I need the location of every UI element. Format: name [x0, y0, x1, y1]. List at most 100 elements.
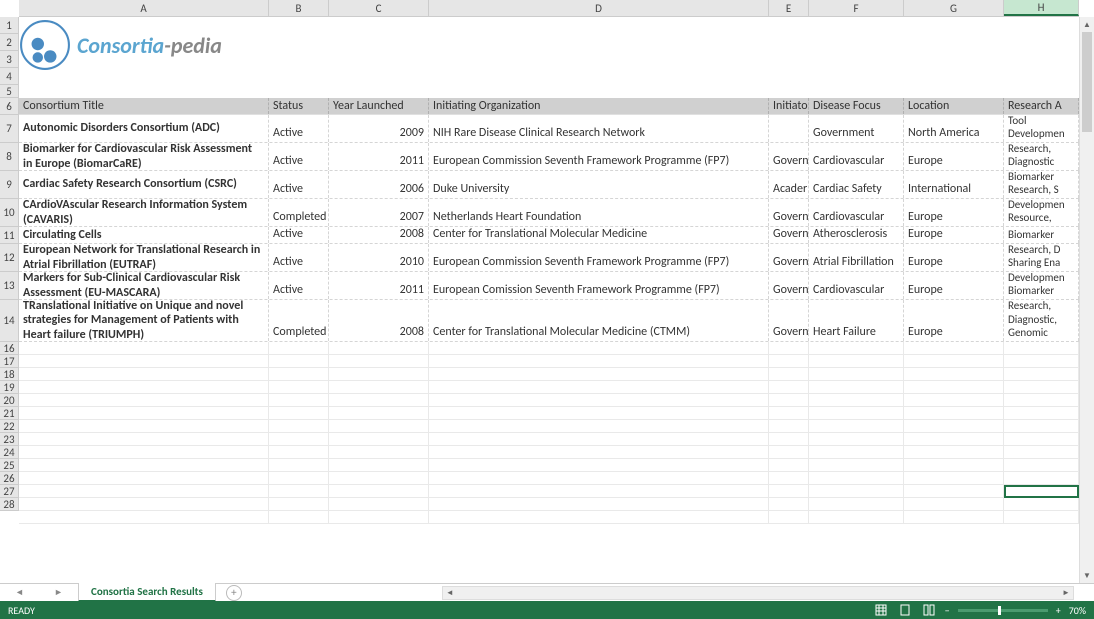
- empty-cell[interactable]: [809, 407, 904, 419]
- empty-cell[interactable]: [904, 472, 1004, 484]
- empty-cell[interactable]: [769, 381, 809, 393]
- data-b[interactable]: Active: [269, 272, 329, 299]
- row-header-25[interactable]: 25: [0, 459, 19, 472]
- data-a[interactable]: TRanslational Initiative on Unique and n…: [19, 300, 269, 341]
- empty-cell[interactable]: [769, 446, 809, 458]
- data-e[interactable]: [769, 115, 809, 142]
- empty-cell[interactable]: [329, 498, 429, 510]
- empty-cell[interactable]: [429, 472, 769, 484]
- data-g[interactable]: North America: [904, 115, 1004, 142]
- empty-cell[interactable]: [329, 485, 429, 497]
- data-g[interactable]: Europe: [904, 244, 1004, 271]
- empty-cell[interactable]: [769, 342, 809, 354]
- data-h[interactable]: Research, Biomarker: [1004, 227, 1079, 243]
- data-e[interactable]: Govern: [769, 143, 809, 170]
- empty-cell[interactable]: [429, 511, 769, 523]
- empty-cell[interactable]: [1004, 381, 1079, 393]
- data-d[interactable]: Duke University: [429, 171, 769, 198]
- data-g[interactable]: Europe: [904, 143, 1004, 170]
- empty-cell[interactable]: [269, 407, 329, 419]
- data-f[interactable]: Government: [809, 115, 904, 142]
- data-g[interactable]: Europe: [904, 227, 1004, 243]
- sheet-tab-active[interactable]: Consortia Search Results: [78, 583, 216, 602]
- empty-cell[interactable]: [809, 368, 904, 380]
- data-h[interactable]: Tool Developmen: [1004, 115, 1079, 142]
- tab-nav[interactable]: ◄►: [0, 587, 78, 598]
- empty-cell[interactable]: [19, 433, 269, 445]
- header-d[interactable]: Initiating Organization: [429, 98, 769, 114]
- row-header-4[interactable]: 4: [0, 68, 19, 85]
- empty-cell[interactable]: [19, 407, 269, 419]
- data-e[interactable]: Acader: [769, 171, 809, 198]
- empty-cell[interactable]: [904, 511, 1004, 523]
- empty-cell[interactable]: [1004, 433, 1079, 445]
- empty-cell[interactable]: [19, 420, 269, 432]
- empty-cell[interactable]: [769, 420, 809, 432]
- empty-cell[interactable]: [329, 381, 429, 393]
- row-header-10[interactable]: 10: [0, 199, 19, 227]
- empty-cell[interactable]: [269, 355, 329, 367]
- data-g[interactable]: Europe: [904, 300, 1004, 341]
- empty-cell[interactable]: [809, 485, 904, 497]
- data-a[interactable]: Circulating Cells: [19, 227, 269, 243]
- row-header-23[interactable]: 23: [0, 433, 19, 446]
- empty-cell[interactable]: [429, 420, 769, 432]
- empty-cell[interactable]: [1004, 446, 1079, 458]
- empty-cell[interactable]: [269, 381, 329, 393]
- header-g[interactable]: Location: [904, 98, 1004, 114]
- empty-cell[interactable]: [1004, 342, 1079, 354]
- row-headers[interactable]: 1234567891011121314161718192021222324252…: [0, 17, 19, 511]
- row-header-28[interactable]: 28: [0, 498, 19, 511]
- data-d[interactable]: Netherlands Heart Foundation: [429, 199, 769, 226]
- empty-cell[interactable]: [1004, 394, 1079, 406]
- data-a[interactable]: Markers for Sub-Clinical Cardiovascular …: [19, 272, 269, 299]
- empty-cell[interactable]: [809, 511, 904, 523]
- data-c[interactable]: 2008: [329, 227, 429, 243]
- data-f[interactable]: Cardiovascular: [809, 199, 904, 226]
- zoom-out-button[interactable]: −: [945, 604, 950, 617]
- empty-cell[interactable]: [269, 368, 329, 380]
- empty-cell[interactable]: [19, 342, 269, 354]
- empty-cell[interactable]: [19, 498, 269, 510]
- data-f[interactable]: Atrial Fibrillation: [809, 244, 904, 271]
- data-a[interactable]: Cardiac Safety Research Consortium (CSRC…: [19, 171, 269, 198]
- data-a[interactable]: Biomarker for Cardiovascular Risk Assess…: [19, 143, 269, 170]
- view-pagebreak-icon[interactable]: [921, 603, 937, 617]
- col-header-E[interactable]: E: [769, 0, 809, 16]
- data-f[interactable]: Heart Failure: [809, 300, 904, 341]
- empty-cell[interactable]: [1004, 355, 1079, 367]
- data-b[interactable]: Active: [269, 171, 329, 198]
- empty-cell[interactable]: [809, 394, 904, 406]
- data-c[interactable]: 2009: [329, 115, 429, 142]
- empty-cell[interactable]: [429, 459, 769, 471]
- empty-cell[interactable]: [904, 498, 1004, 510]
- data-e[interactable]: Govern: [769, 227, 809, 243]
- vertical-scrollbar[interactable]: ▲ ▼: [1079, 17, 1094, 583]
- header-a[interactable]: Consortium Title: [19, 98, 269, 114]
- row-header-1[interactable]: 1: [0, 17, 19, 34]
- row-header-14[interactable]: 14: [0, 300, 19, 342]
- data-a[interactable]: European Network for Translational Resea…: [19, 244, 269, 271]
- empty-cell[interactable]: [329, 342, 429, 354]
- row-header-9[interactable]: 9: [0, 171, 19, 199]
- empty-cell[interactable]: [904, 459, 1004, 471]
- add-sheet-button[interactable]: +: [226, 585, 242, 601]
- empty-cell[interactable]: [904, 420, 1004, 432]
- empty-cell[interactable]: [809, 342, 904, 354]
- empty-cell[interactable]: [19, 368, 269, 380]
- empty-cell[interactable]: [269, 420, 329, 432]
- empty-cell[interactable]: [904, 394, 1004, 406]
- empty-cell[interactable]: [769, 485, 809, 497]
- col-header-H[interactable]: H: [1004, 0, 1079, 16]
- data-c[interactable]: 2011: [329, 272, 429, 299]
- data-e[interactable]: Govern: [769, 244, 809, 271]
- row-header-3[interactable]: 3: [0, 51, 19, 68]
- data-b[interactable]: Active: [269, 115, 329, 142]
- row-header-5[interactable]: 5: [0, 85, 19, 98]
- empty-cell[interactable]: [769, 433, 809, 445]
- data-c[interactable]: 2008: [329, 300, 429, 341]
- empty-cell[interactable]: [769, 459, 809, 471]
- empty-cell[interactable]: [429, 485, 769, 497]
- col-header-B[interactable]: B: [269, 0, 329, 16]
- col-header-F[interactable]: F: [809, 0, 904, 16]
